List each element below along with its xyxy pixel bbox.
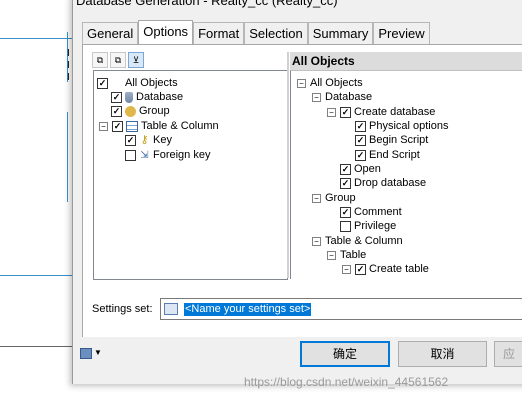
background-divider bbox=[0, 38, 72, 39]
cancel-button[interactable]: 取消 bbox=[398, 341, 487, 367]
tab-options[interactable]: Options bbox=[138, 20, 194, 45]
option-item-comment[interactable]: ✓ Comment bbox=[340, 205, 402, 219]
checkbox[interactable]: ✓ bbox=[340, 177, 351, 189]
tree-item-label: Database bbox=[136, 91, 184, 103]
tab-strip: General Options Format Selection Summary… bbox=[82, 20, 430, 45]
option-label: Drop database bbox=[354, 177, 427, 189]
tree-item-label: All Objects bbox=[125, 77, 178, 89]
key-icon: ⚷ bbox=[140, 133, 149, 146]
checkbox[interactable]: ✓ bbox=[355, 263, 366, 275]
settings-set-combobox[interactable]: <Name your settings set> bbox=[160, 298, 522, 320]
foreign-key-icon: ⇲ bbox=[140, 149, 149, 161]
option-label: Physical options bbox=[369, 120, 449, 132]
background-divider bbox=[0, 346, 72, 347]
apply-button[interactable]: 应 bbox=[494, 341, 522, 367]
select-all-icon[interactable]: ⧉ bbox=[92, 52, 108, 68]
option-item-privilege[interactable]: Privilege bbox=[340, 219, 396, 233]
checkbox[interactable]: ✓ bbox=[340, 106, 351, 118]
database-icon bbox=[125, 91, 133, 103]
filter-icon[interactable]: ⊻ bbox=[128, 52, 144, 68]
checkbox[interactable]: ✓ bbox=[112, 120, 123, 132]
chevron-down-icon[interactable]: ▼ bbox=[94, 348, 102, 357]
checkbox[interactable]: ✓ bbox=[340, 206, 351, 218]
collapse-icon[interactable]: − bbox=[297, 78, 306, 88]
option-label: Privilege bbox=[354, 220, 397, 232]
settings-icon bbox=[164, 303, 178, 315]
options-header: All Objects bbox=[290, 52, 522, 70]
dialog-title: Database Generation - Realty_cc (Realty_… bbox=[76, 0, 338, 8]
tree-item-table-column[interactable]: − ✓ Table & Column bbox=[99, 119, 219, 133]
collapse-icon[interactable]: − bbox=[342, 264, 351, 274]
checkbox[interactable]: ✓ bbox=[125, 134, 136, 146]
option-label: End Script bbox=[369, 149, 420, 161]
tree-toolbar: ⧉ ⧉ ⊻ bbox=[92, 52, 144, 68]
tree-item-label: Key bbox=[153, 134, 172, 146]
tab-selection[interactable]: Selection bbox=[244, 22, 308, 45]
tools-menu-icon[interactable] bbox=[80, 348, 92, 359]
background-divider bbox=[0, 275, 72, 276]
collapse-icon[interactable]: − bbox=[327, 107, 336, 117]
tree-item-all-objects[interactable]: ✓ All Objects bbox=[97, 76, 178, 90]
option-label: All Objects bbox=[310, 77, 363, 89]
checkbox[interactable]: ✓ bbox=[355, 120, 366, 132]
tab-summary[interactable]: Summary bbox=[307, 22, 374, 45]
tab-general[interactable]: General bbox=[82, 22, 139, 45]
option-item-database[interactable]: − Database bbox=[312, 90, 372, 104]
collapse-icon[interactable]: − bbox=[312, 193, 321, 203]
checkbox[interactable]: ✓ bbox=[340, 163, 351, 175]
tree-item-label: Table & Column bbox=[141, 120, 219, 132]
option-label: Open bbox=[354, 163, 381, 175]
option-item-table[interactable]: − Table bbox=[327, 248, 366, 262]
pane-splitter[interactable] bbox=[287, 52, 289, 278]
tree-item-group[interactable]: ✓ Group bbox=[111, 104, 170, 118]
option-label: Table & Column bbox=[325, 235, 403, 247]
settings-set-label: Settings set: bbox=[92, 303, 153, 315]
settings-set-value[interactable]: <Name your settings set> bbox=[184, 302, 312, 316]
tab-preview[interactable]: Preview bbox=[373, 22, 430, 45]
checkbox[interactable] bbox=[340, 220, 351, 232]
tab-format[interactable]: Format bbox=[193, 22, 245, 45]
table-icon bbox=[126, 120, 138, 132]
background-divider bbox=[67, 112, 68, 202]
background-text-fragment: I bbox=[67, 60, 70, 71]
option-item-open[interactable]: ✓ Open bbox=[340, 162, 381, 176]
option-item-table-column[interactable]: − Table & Column bbox=[312, 234, 403, 248]
collapse-icon[interactable]: − bbox=[312, 236, 321, 246]
option-item-end-script[interactable]: ✓ End Script bbox=[355, 148, 420, 162]
checkbox[interactable]: ✓ bbox=[111, 105, 122, 117]
checkbox[interactable]: ✓ bbox=[355, 149, 366, 161]
checkbox[interactable]: ✓ bbox=[111, 91, 122, 103]
option-label: Begin Script bbox=[369, 134, 429, 146]
collapse-icon[interactable]: − bbox=[312, 92, 321, 102]
tree-item-foreign-key[interactable]: ⇲ Foreign key bbox=[125, 148, 210, 162]
option-label: Comment bbox=[354, 206, 402, 218]
option-item-all-objects[interactable]: − All Objects bbox=[297, 76, 363, 90]
option-item-create-database[interactable]: − ✓ Create database bbox=[327, 105, 435, 119]
background-text-fragment: I bbox=[67, 72, 70, 83]
option-label: Table bbox=[340, 249, 367, 261]
option-label: Create database bbox=[354, 106, 436, 118]
option-item-physical-options[interactable]: ✓ Physical options bbox=[355, 119, 449, 133]
ok-button[interactable]: 确定 bbox=[300, 341, 390, 367]
tree-item-database[interactable]: ✓ Database bbox=[111, 90, 183, 104]
option-item-drop-database[interactable]: ✓ Drop database bbox=[340, 176, 426, 190]
option-label: Database bbox=[325, 91, 373, 103]
checkbox[interactable] bbox=[125, 149, 136, 161]
tree-item-label: Group bbox=[139, 105, 170, 117]
background-text-fragment: I bbox=[67, 48, 70, 59]
group-icon bbox=[125, 105, 136, 117]
checkbox[interactable]: ✓ bbox=[97, 77, 108, 89]
option-item-group[interactable]: − Group bbox=[312, 191, 356, 205]
tree-item-key[interactable]: ✓ ⚷ Key bbox=[125, 133, 172, 147]
checkbox[interactable]: ✓ bbox=[355, 134, 366, 146]
tree-item-label: Foreign key bbox=[153, 149, 211, 161]
collapse-icon[interactable]: − bbox=[99, 121, 108, 131]
option-label: Group bbox=[325, 192, 356, 204]
deselect-all-icon[interactable]: ⧉ bbox=[110, 52, 126, 68]
option-item-begin-script[interactable]: ✓ Begin Script bbox=[355, 133, 428, 147]
collapse-icon[interactable]: − bbox=[327, 250, 336, 260]
option-item-create-table[interactable]: − ✓ Create table bbox=[342, 262, 429, 276]
option-label: Create table bbox=[369, 263, 429, 275]
watermark-text: https://blog.csdn.net/weixin_44561562 bbox=[244, 375, 449, 389]
